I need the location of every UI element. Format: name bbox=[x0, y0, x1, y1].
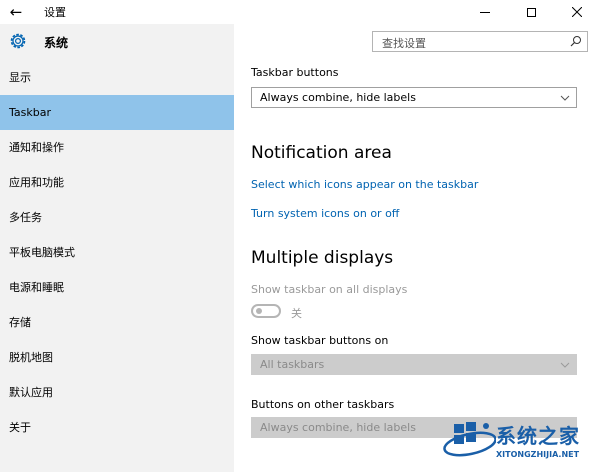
sidebar-item-taskbar[interactable]: Taskbar bbox=[0, 95, 234, 130]
gear-icon bbox=[10, 33, 26, 49]
notification-area-heading: Notification area bbox=[251, 143, 392, 163]
taskbar-buttons-label: Taskbar buttons bbox=[251, 66, 339, 79]
watermark-title: 系统之家 bbox=[496, 424, 580, 448]
section-title: 系统 bbox=[44, 36, 69, 50]
window-title: 设置 bbox=[44, 6, 66, 19]
system-icons-link[interactable]: Turn system icons on or off bbox=[251, 207, 399, 220]
title-bar: ← 设置 bbox=[0, 0, 600, 24]
other-taskbars-label: Buttons on other taskbars bbox=[251, 398, 395, 411]
taskbar-buttons-value: Always combine, hide labels bbox=[260, 91, 416, 104]
sidebar: 系统 显示 Taskbar 通知和操作 应用和功能 多任务 平板电脑模式 电源和… bbox=[0, 24, 234, 472]
multiple-displays-heading: Multiple displays bbox=[251, 248, 394, 268]
sidebar-nav: 显示 Taskbar 通知和操作 应用和功能 多任务 平板电脑模式 电源和睡眠 … bbox=[0, 60, 234, 445]
chevron-down-icon bbox=[560, 362, 570, 368]
show-buttons-on-dropdown[interactable]: All taskbars bbox=[251, 354, 577, 375]
sidebar-item-multitasking[interactable]: 多任务 bbox=[0, 200, 234, 235]
sidebar-item-apps[interactable]: 应用和功能 bbox=[0, 165, 234, 200]
search-icon bbox=[570, 36, 581, 47]
sidebar-item-default-apps[interactable]: 默认应用 bbox=[0, 375, 234, 410]
maximize-icon bbox=[526, 7, 536, 17]
show-buttons-on-label: Show taskbar buttons on bbox=[251, 334, 389, 347]
sidebar-item-power-sleep[interactable]: 电源和睡眠 bbox=[0, 270, 234, 305]
search-placeholder: 查找设置 bbox=[382, 37, 426, 50]
maximize-button[interactable] bbox=[508, 0, 554, 24]
sidebar-header: 系统 bbox=[0, 24, 234, 60]
settings-window: ← 设置 系统 显示 Taskbar 通知和操作 应用和功能 多任务 平板电脑模… bbox=[0, 0, 600, 472]
sidebar-item-notifications[interactable]: 通知和操作 bbox=[0, 130, 234, 165]
back-arrow-icon: ← bbox=[9, 3, 23, 21]
sidebar-item-tablet-mode[interactable]: 平板电脑模式 bbox=[0, 235, 234, 270]
toggle-knob bbox=[256, 308, 262, 314]
close-button[interactable] bbox=[554, 0, 600, 24]
show-buttons-on-value: All taskbars bbox=[260, 358, 325, 371]
minimize-icon bbox=[480, 11, 490, 13]
other-taskbars-value: Always combine, hide labels bbox=[260, 421, 416, 434]
show-on-all-displays-toggle[interactable] bbox=[251, 304, 281, 318]
sidebar-item-offline-maps[interactable]: 脱机地图 bbox=[0, 340, 234, 375]
watermark-url: XITONGZHIJIA.NET bbox=[496, 450, 580, 459]
sidebar-item-storage[interactable]: 存储 bbox=[0, 305, 234, 340]
sidebar-item-about[interactable]: 关于 bbox=[0, 410, 234, 445]
main-content: 查找设置 Taskbar buttons Always combine, hid… bbox=[234, 24, 600, 472]
close-icon bbox=[572, 7, 582, 17]
search-input[interactable]: 查找设置 bbox=[372, 31, 588, 52]
chevron-down-icon bbox=[560, 95, 570, 101]
watermark: 系统之家 XITONGZHIJIA.NET bbox=[440, 414, 600, 472]
back-button[interactable]: ← bbox=[0, 0, 32, 24]
watermark-logo-icon bbox=[443, 422, 496, 457]
taskbar-buttons-dropdown[interactable]: Always combine, hide labels bbox=[251, 87, 577, 108]
minimize-button[interactable] bbox=[462, 0, 508, 24]
show-on-all-displays-label: Show taskbar on all displays bbox=[251, 283, 408, 296]
toggle-state-label: 关 bbox=[291, 307, 302, 320]
sidebar-item-display[interactable]: 显示 bbox=[0, 60, 234, 95]
select-icons-link[interactable]: Select which icons appear on the taskbar bbox=[251, 178, 478, 191]
